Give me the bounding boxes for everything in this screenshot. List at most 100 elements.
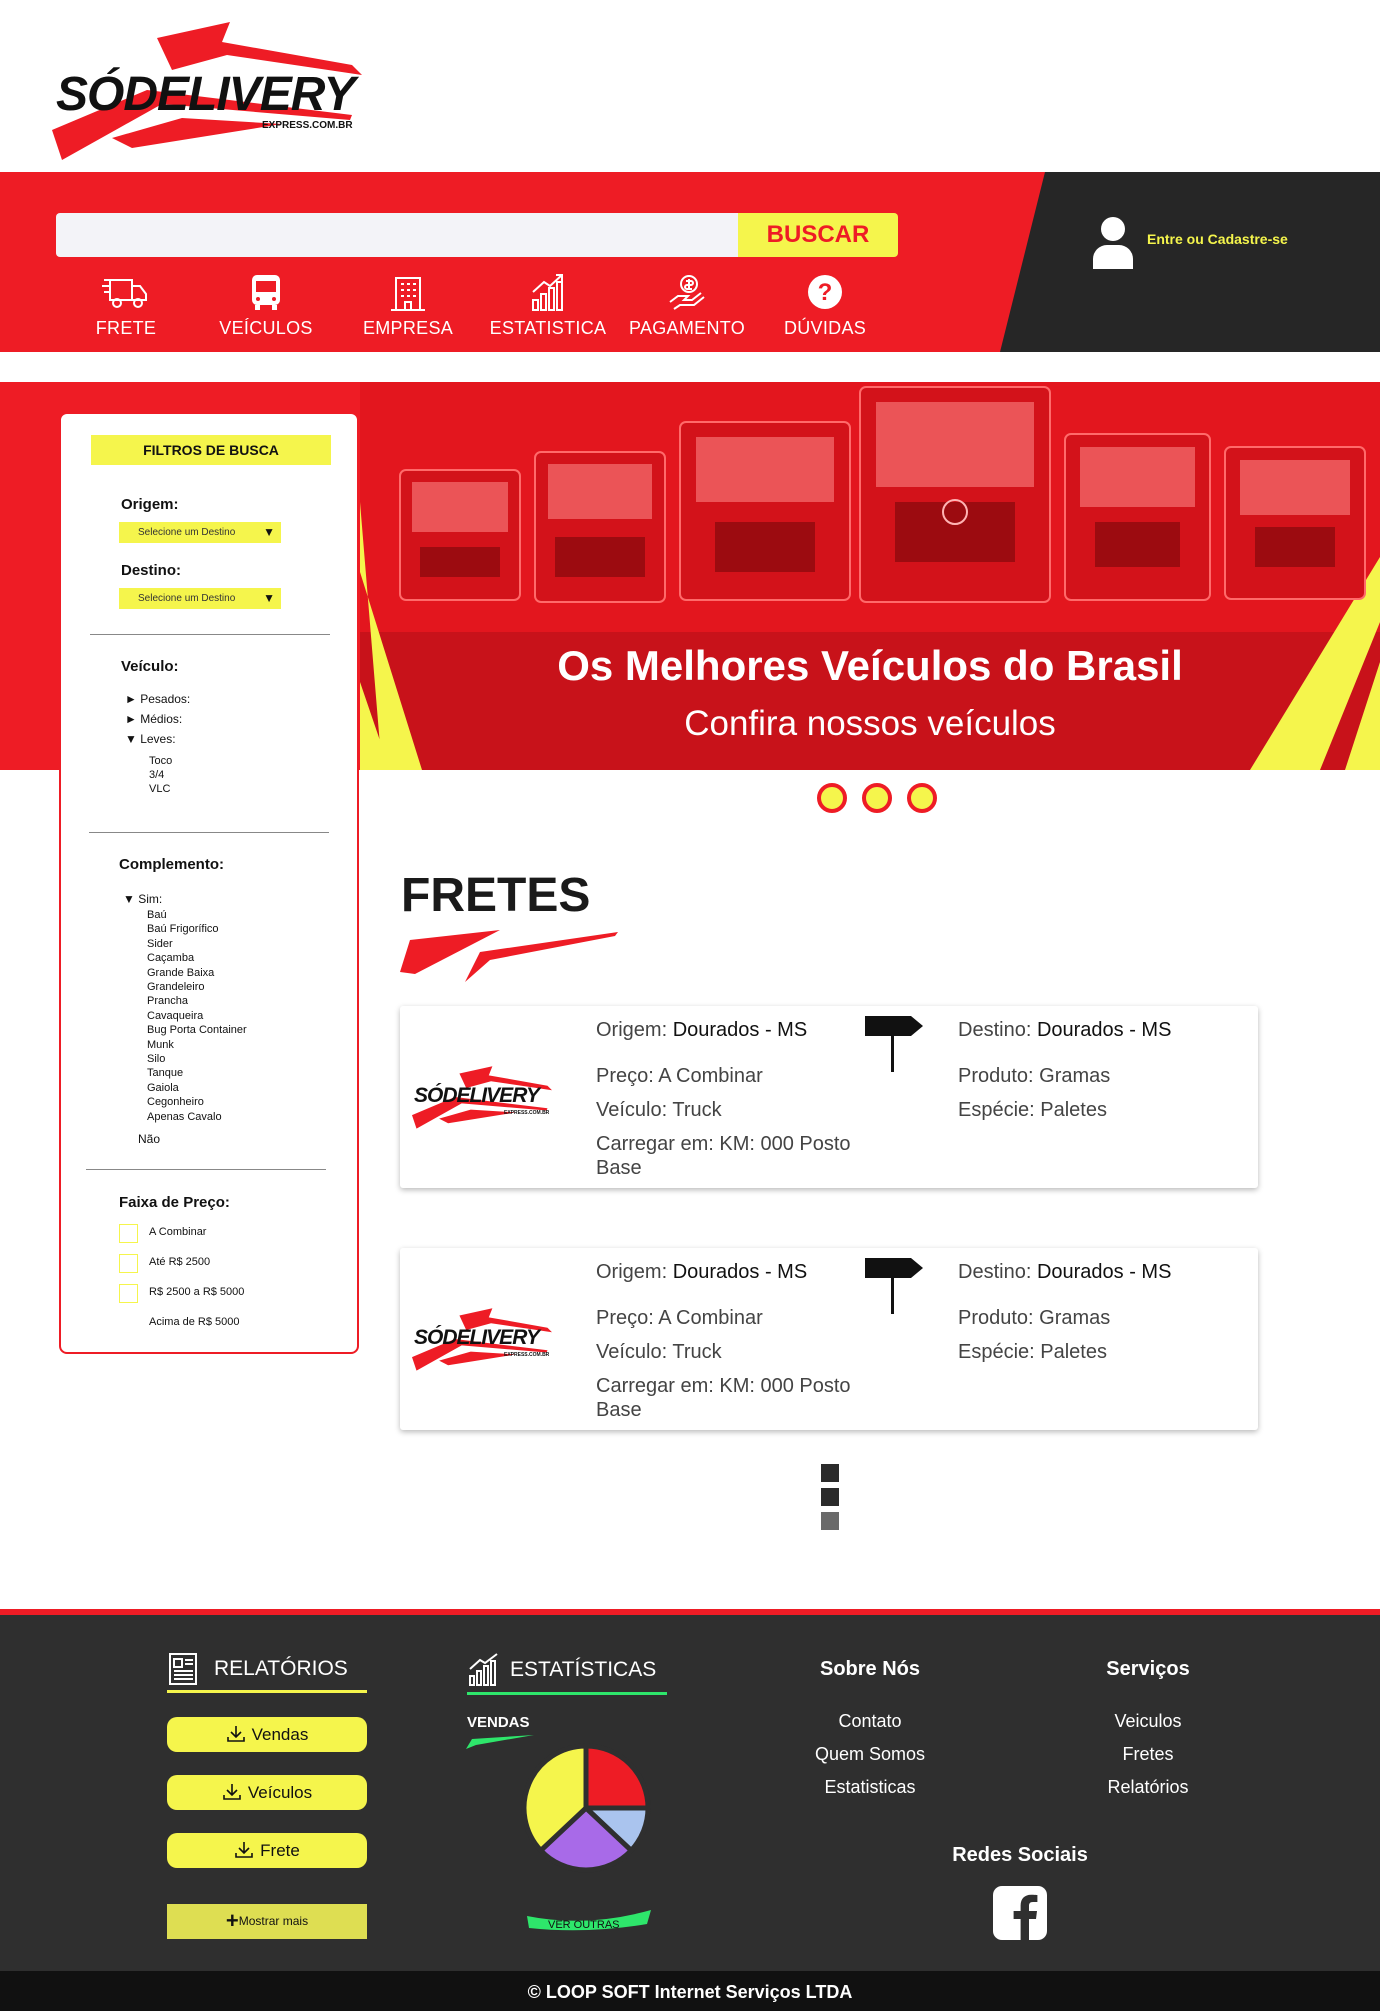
especie-text: Espécie: Paletes <box>958 1099 1107 1121</box>
tree-subitem[interactable]: VLC <box>149 782 170 796</box>
title-swoosh-icon <box>400 930 618 982</box>
svg-text:?: ? <box>818 279 833 306</box>
veiculo-text: Veículo: Truck <box>596 1341 722 1363</box>
footer-link-relatorios[interactable]: Relatórios <box>1048 1777 1248 1798</box>
carregar-text: Carregar em: KM: 000 Posto Base <box>596 1133 851 1179</box>
tree-item-leves[interactable]: ▼ Leves: <box>125 732 176 746</box>
nav-label: EMPRESA <box>362 318 454 338</box>
search-input[interactable] <box>56 213 738 257</box>
complemento-label: Complemento: <box>119 856 224 873</box>
price-option-label: R$ 2500 a R$ 5000 <box>149 1286 245 1298</box>
show-more-button[interactable]: +Mostrar mais <box>167 1904 367 1939</box>
nav-frete[interactable]: FRETE <box>61 272 191 338</box>
servicos-title: Serviços <box>1106 1658 1190 1680</box>
login-link[interactable]: Entre ou Cadastre-se <box>1092 213 1332 269</box>
search-filters-panel: FILTROS DE BUSCA Origem: Selecione um De… <box>59 412 359 1354</box>
destino-select[interactable]: Selecione um Destino ▼ <box>119 588 281 609</box>
report-icon <box>169 1653 197 1685</box>
site-logo[interactable]: SÓDELIVERY EXPRESS.COM.BR <box>52 20 362 160</box>
tree-subitem[interactable]: Sider <box>147 937 173 951</box>
download-label: Veículos <box>247 1783 313 1802</box>
tree-subitem[interactable]: Cavaqueira <box>147 1009 203 1023</box>
nav-duvidas[interactable]: ? DÚVIDAS <box>760 272 890 338</box>
download-vendas-button[interactable]: Vendas <box>167 1717 367 1752</box>
tree-subitem[interactable]: 3/4 <box>149 768 164 782</box>
checkbox[interactable] <box>119 1314 138 1333</box>
nav-estatistica[interactable]: ESTATISTICA <box>483 272 613 338</box>
footer-link-estatisticas[interactable]: Estatisticas <box>770 1777 970 1798</box>
payment-hand-icon <box>669 275 705 310</box>
carousel-dot[interactable] <box>907 783 937 813</box>
divider <box>86 1169 326 1170</box>
checkbox[interactable] <box>119 1254 138 1273</box>
origem-value: Dourados - MS <box>672 1261 808 1283</box>
show-more-label: Mostrar mais <box>238 1914 309 1928</box>
carregar-text: Carregar em: KM: 000 Posto Base <box>596 1375 851 1421</box>
destino-label: Destino: <box>958 1019 1032 1041</box>
page-button[interactable] <box>821 1464 839 1482</box>
carousel-dot[interactable] <box>862 783 892 813</box>
divider <box>89 832 329 833</box>
price-option-label: A Combinar <box>149 1226 207 1238</box>
vendas-label: VENDAS <box>467 1714 530 1731</box>
destino-select-value: Selecione um Destino <box>138 593 236 604</box>
checkbox[interactable] <box>119 1224 138 1243</box>
tree-subitem[interactable]: Cegonheiro <box>147 1095 204 1109</box>
tree-subitem[interactable]: Caçamba <box>147 951 194 965</box>
tree-subitem[interactable]: Baú <box>147 908 167 922</box>
search-button[interactable]: BUSCAR <box>738 213 898 257</box>
price-option-label: Até R$ 2500 <box>149 1256 211 1268</box>
frete-card[interactable]: SÓDELIVERY EXPRESS.COM.BR Origem: Dourad… <box>400 1006 1258 1188</box>
tree-subitem[interactable]: Silo <box>147 1052 165 1066</box>
checkbox[interactable] <box>119 1284 138 1303</box>
tree-subitem[interactable]: Apenas Cavalo <box>147 1110 222 1124</box>
facebook-icon[interactable] <box>993 1886 1047 1940</box>
tree-item-sim[interactable]: ▼ Sim: <box>123 892 162 906</box>
plus-icon: + <box>225 1908 239 1934</box>
top-nav-bar: BUSCAR FRETE VEÍCULOS EMPRESA ESTATISTIC… <box>0 172 1380 352</box>
chevron-down-icon: ▼ <box>263 525 275 539</box>
frete-card[interactable]: SÓDELIVERY EXPRESS.COM.BR Origem: Dourad… <box>400 1248 1258 1430</box>
tree-subitem[interactable]: Tanque <box>147 1066 183 1080</box>
login-label: Entre ou Cadastre-se <box>1147 231 1288 247</box>
page-button[interactable] <box>821 1488 839 1506</box>
tree-subitem[interactable]: Grande Baixa <box>147 966 214 980</box>
footer-link-veiculos[interactable]: Veiculos <box>1048 1711 1248 1732</box>
footer-link-quem-somos[interactable]: Quem Somos <box>770 1744 970 1765</box>
tree-item-pesados[interactable]: ► Pesados: <box>125 692 190 706</box>
destino-text: Destino: Dourados - MS <box>958 1018 1171 1042</box>
relatorios-underline <box>167 1690 367 1693</box>
tree-subitem[interactable]: Grandeleiro <box>147 980 204 994</box>
destino-value: Dourados - MS <box>1036 1261 1172 1283</box>
tree-item-medios[interactable]: ► Médios: <box>125 712 182 726</box>
tree-subitem[interactable]: Toco <box>149 754 172 768</box>
user-icon <box>1093 217 1133 269</box>
nav-pagamento[interactable]: PAGAMENTO <box>622 272 752 338</box>
tree-item-nao[interactable]: Não <box>138 1132 160 1146</box>
footer-link-contato[interactable]: Contato <box>770 1711 970 1732</box>
download-veiculos-button[interactable]: Veículos <box>167 1775 367 1810</box>
nav-empresa[interactable]: EMPRESA <box>343 272 473 338</box>
tree-subitem[interactable]: Gaiola <box>147 1081 179 1095</box>
nav-veiculos[interactable]: VEÍCULOS <box>201 272 331 338</box>
hero-subtitle: Confira nossos veículos <box>684 704 1056 743</box>
origem-select[interactable]: Selecione um Destino ▼ <box>119 522 281 543</box>
tree-subitem[interactable]: Baú Frigorífico <box>147 922 219 936</box>
tree-subitem[interactable]: Prancha <box>147 994 188 1008</box>
footer-link-fretes[interactable]: Fretes <box>1048 1744 1248 1765</box>
tree-subitem[interactable]: Munk <box>147 1038 174 1052</box>
download-icon <box>235 1841 253 1858</box>
nav-label: ESTATISTICA <box>489 318 607 338</box>
carousel-dot[interactable] <box>817 783 847 813</box>
origem-label: Origem: <box>596 1019 668 1041</box>
page-button[interactable] <box>821 1512 839 1530</box>
download-frete-button[interactable]: Frete <box>167 1833 367 1868</box>
signpost-icon <box>865 1258 923 1314</box>
pie-slice <box>583 1743 651 1811</box>
tree-subitem[interactable]: Bug Porta Container <box>147 1023 247 1037</box>
copyright-text: © LOOP SOFT Internet Serviços LTDA <box>527 1982 853 2002</box>
building-icon <box>391 277 425 311</box>
vendas-pie-chart <box>521 1743 651 1873</box>
ver-outras-link[interactable]: VER OUTRAS <box>548 1919 620 1931</box>
pagination <box>821 1464 839 1532</box>
